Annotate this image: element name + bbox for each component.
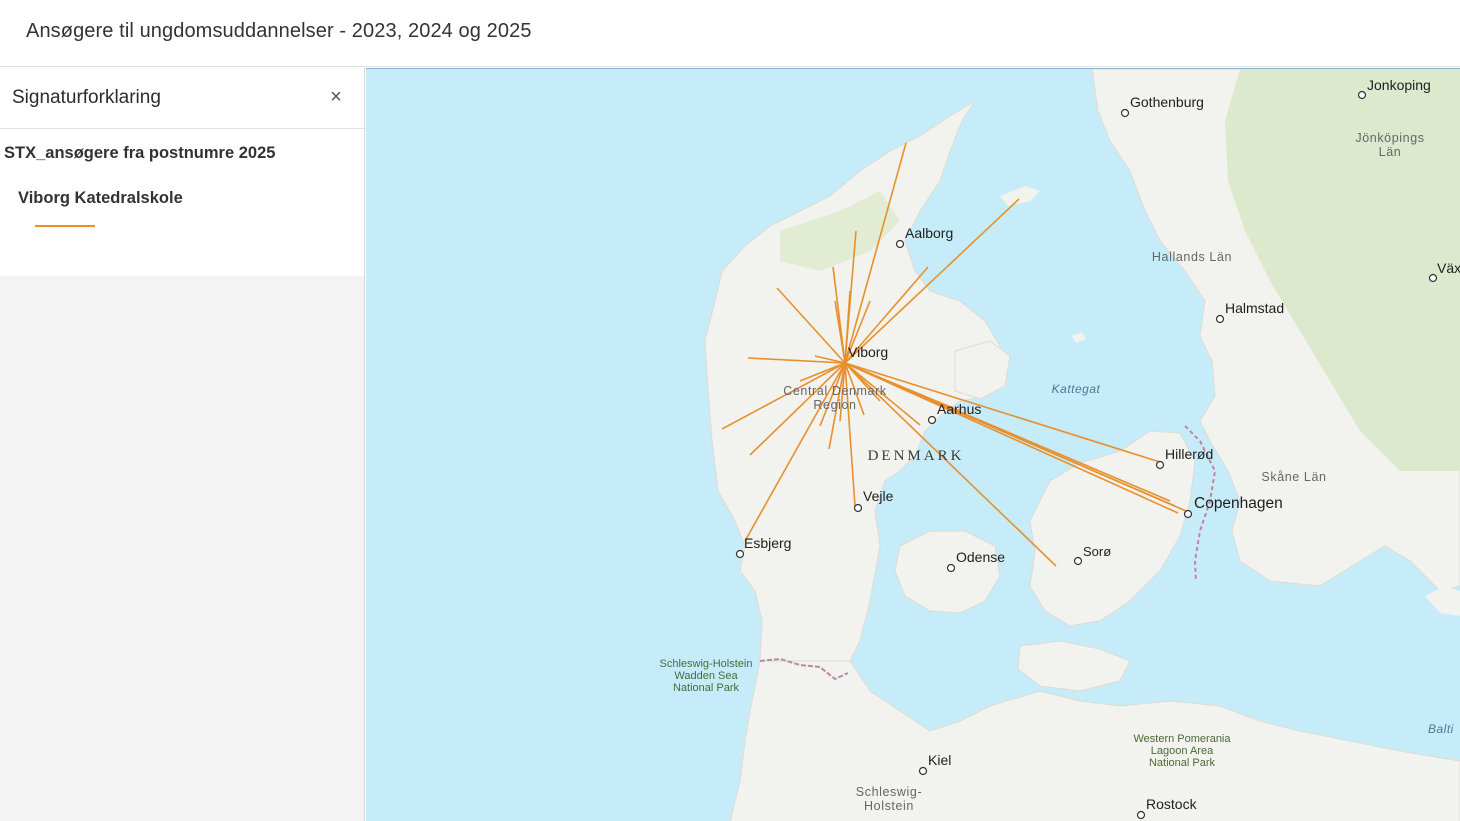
region-label-jonkoping-1: Jönköpings [1355,131,1424,145]
region-label-skane: Skåne Län [1261,470,1326,484]
map-view[interactable]: Gothenburg Jonkoping Aalborg Viborg Aarh… [366,68,1460,821]
city-dot [735,549,745,559]
city-dot [1155,460,1165,470]
map-canvas[interactable]: Gothenburg Jonkoping Aalborg Viborg Aarh… [366,69,1460,821]
city-label-esbjerg: Esbjerg [744,535,791,551]
city-label-aarhus: Aarhus [937,401,981,417]
legend-header: Signaturforklaring × [0,68,364,129]
city-label-copenhagen: Copenhagen [1194,495,1283,512]
city-label-hillerod: Hillerød [1165,446,1213,462]
legend-card: Signaturforklaring × STX_ansøgere fra po… [0,68,364,276]
city-dot [1215,314,1225,324]
region-label-jonkoping-2: Län [1379,145,1402,159]
city-label-vaxjo: Växj [1437,260,1460,276]
region-label-sh-1: Schleswig- [856,785,922,799]
park-label-wadden-1: Schleswig-Holstein [660,658,753,670]
city-dot [946,563,956,573]
region-label-central-2: Region [813,398,856,412]
city-dot [1183,509,1193,519]
park-label-wadden-2: Wadden Sea [674,670,738,682]
city-label-vejle: Vejle [863,488,894,504]
city-dot [895,239,905,249]
app-title: Ansøgere til ungdomsuddannelser - 2023, … [26,20,532,42]
legend-symbol-label: Viborg Katedralskole [18,189,183,207]
city-dot [1136,810,1146,820]
city-label-viborg: Viborg [848,344,888,360]
city-label-jonkoping: Jonkoping [1367,77,1431,93]
park-label-wadden-3: National Park [673,682,740,694]
city-label-kiel: Kiel [928,752,951,768]
water-label-kattegat: Kattegat [1052,382,1101,396]
city-dot [927,415,937,425]
city-dot [853,503,863,513]
city-dot [1073,556,1083,566]
city-dot [918,766,928,776]
city-label-halmstad: Halmstad [1225,300,1284,316]
city-label-soro: Sorø [1083,544,1111,559]
region-label-hallands: Hallands Län [1152,250,1232,264]
close-icon[interactable]: × [326,86,346,108]
country-label-denmark: DENMARK [868,448,965,464]
city-label-odense: Odense [956,549,1005,565]
park-label-wp-2: Lagoon Area [1151,745,1214,757]
region-label-central-1: Central Denmark [783,384,887,398]
park-label-wp-3: National Park [1149,757,1216,769]
region-label-sh-2: Holstein [864,799,914,813]
water-label-baltic: Balti [1428,722,1454,736]
legend-panel: Signaturforklaring × STX_ansøgere fra po… [0,68,365,821]
legend-title: Signaturforklaring [12,87,161,108]
city-label-aalborg: Aalborg [905,225,953,241]
city-dot [1357,90,1367,100]
legend-line-swatch [35,225,95,227]
city-dot [1428,273,1438,283]
park-label-wp-1: Western Pomerania [1133,733,1231,745]
city-label-gothenburg: Gothenburg [1130,94,1204,110]
city-dot [1120,108,1130,118]
legend-layer-name: STX_ansøgere fra postnumre 2025 [4,144,276,162]
app-header: Ansøgere til ungdomsuddannelser - 2023, … [0,0,1460,67]
city-label-rostock: Rostock [1146,796,1198,812]
